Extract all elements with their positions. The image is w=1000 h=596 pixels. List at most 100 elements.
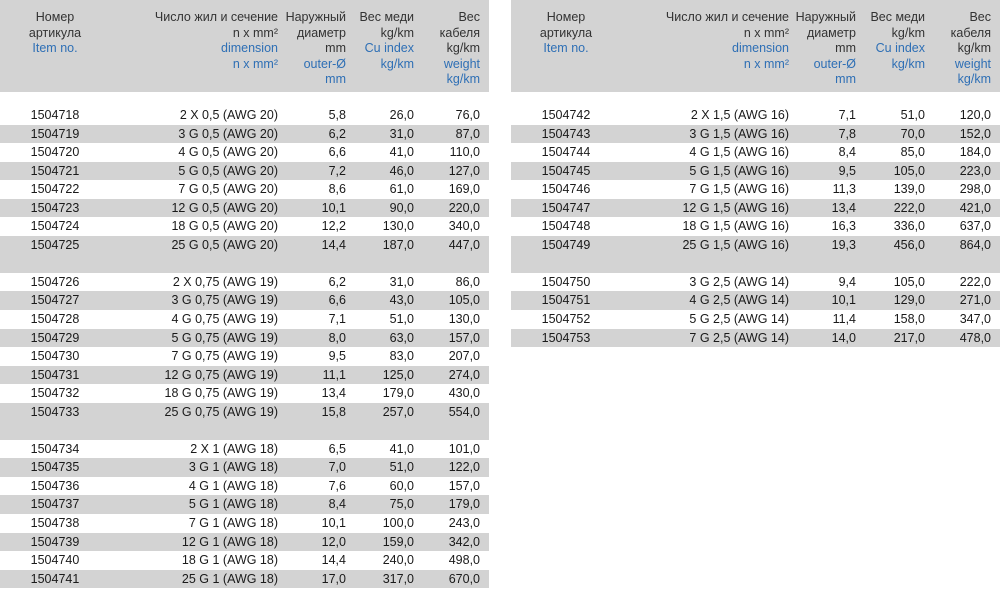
header-cu-index: Вес меди kg/km Cu index kg/km xyxy=(359,10,414,72)
cell-item-number: 1504747 xyxy=(541,200,591,215)
cell-cu-index: 158,0 xyxy=(893,312,925,327)
header-dimension: Число жил и сечение n x mm² dimension n … xyxy=(155,10,278,72)
table-row: 1504734 2 X 1 (AWG 18) 6,5 41,0 101,0 xyxy=(0,440,489,459)
cell-item-number: 1504718 xyxy=(30,108,80,122)
cell-item-number: 1504730 xyxy=(30,349,80,364)
table-body: 1504718 2 X 0,5 (AWG 20) 5,8 26,0 76,0 150471… xyxy=(0,106,489,589)
cell-weight: 274,0 xyxy=(448,367,480,382)
cell-outer-diameter: 16,3 xyxy=(831,219,856,234)
cell-weight: 127,0 xyxy=(448,163,480,178)
cell-dimension: 25 G 1 (AWG 18) xyxy=(181,571,278,586)
cell-weight: 122,0 xyxy=(448,460,480,475)
cell-dimension: 2 X 1 (AWG 18) xyxy=(190,441,278,456)
cell-item-number: 1504750 xyxy=(541,274,591,289)
cell-weight: 87,0 xyxy=(455,126,480,141)
cell-item-number: 1504740 xyxy=(30,553,80,568)
cell-weight: 430,0 xyxy=(448,386,480,401)
cell-weight: 120,0 xyxy=(959,108,991,122)
cell-outer-diameter: 11,3 xyxy=(832,182,856,197)
cell-cu-index: 90,0 xyxy=(389,200,414,215)
cell-outer-diameter: 10,1 xyxy=(831,293,856,308)
cell-item-number: 1504735 xyxy=(30,460,80,475)
cell-outer-diameter: 6,2 xyxy=(328,274,346,289)
table-body: 1504742 2 X 1,5 (AWG 16) 7,1 51,0 120,0 15047… xyxy=(511,106,1000,348)
table-row: 1504744 4 G 1,5 (AWG 16) 8,4 85,0 184,0 xyxy=(511,143,1000,162)
cell-dimension: 12 G 1,5 (AWG 16) xyxy=(682,200,789,215)
cell-outer-diameter: 11,4 xyxy=(832,312,856,327)
cell-item-number: 1504722 xyxy=(30,182,80,197)
cell-item-number: 1504748 xyxy=(541,219,591,234)
cell-dimension: 3 G 0,75 (AWG 19) xyxy=(171,293,278,308)
cell-cu-index: 75,0 xyxy=(389,497,414,512)
cell-item-number: 1504727 xyxy=(30,293,80,308)
cell-weight: 670,0 xyxy=(448,571,480,586)
table-row: 1504722 7 G 0,5 (AWG 20) 8,6 61,0 169,0 xyxy=(0,180,489,199)
cell-cu-index: 43,0 xyxy=(389,293,414,308)
cell-cu-index: 83,0 xyxy=(389,349,414,364)
cell-item-number: 1504724 xyxy=(30,219,80,234)
table-row: 1504745 5 G 1,5 (AWG 16) 9,5 105,0 223,0 xyxy=(511,161,1000,181)
cell-weight: 554,0 xyxy=(448,404,480,419)
cell-dimension: 12 G 1 (AWG 18) xyxy=(181,534,278,549)
cell-dimension: 7 G 0,75 (AWG 19) xyxy=(171,349,278,364)
cell-dimension: 12 G 0,5 (AWG 20) xyxy=(171,200,278,215)
cell-dimension: 3 G 2,5 (AWG 14) xyxy=(689,274,789,289)
cell-cu-index: 51,0 xyxy=(900,108,925,122)
header-dimension-ru: Число жил и сечение n x mm² xyxy=(154,10,278,40)
table-header: Номер артикула Item no. Число жил и сече… xyxy=(0,0,489,92)
table-row: 1504751 4 G 2,5 (AWG 14) 10,1 129,0 271,0 xyxy=(511,291,1000,311)
cell-dimension: 5 G 1 (AWG 18) xyxy=(188,497,278,512)
cell-item-number: 1504719 xyxy=(30,126,80,141)
table-row: 1504724 18 G 0,5 (AWG 20) 12,2 130,0 340,0 xyxy=(0,217,489,236)
cell-item-number: 1504734 xyxy=(30,441,80,456)
header-item-no-ru: Номер артикула xyxy=(539,10,593,40)
header-weight-en: weight kg/km xyxy=(954,56,991,87)
cell-weight: 169,0 xyxy=(448,182,480,197)
cell-weight: 220,0 xyxy=(448,200,480,215)
cell-outer-diameter: 14,4 xyxy=(321,553,346,568)
header-weight: Вес кабеля kg/km weight kg/km xyxy=(951,10,991,88)
cell-weight: 223,0 xyxy=(959,163,991,178)
header-outer-diameter-ru: Наружный диаметр mm xyxy=(795,10,856,55)
cell-cu-index: 456,0 xyxy=(893,237,925,252)
cell-weight: 184,0 xyxy=(959,145,991,160)
header-item-no-ru: Номер артикула xyxy=(28,10,82,40)
cell-weight: 130,0 xyxy=(448,312,480,327)
cell-item-number: 1504744 xyxy=(541,145,591,160)
cell-weight: 110,0 xyxy=(449,145,480,160)
table-row: 1504728 4 G 0,75 (AWG 19) 7,1 51,0 130,0 xyxy=(0,310,489,329)
cell-weight: 421,0 xyxy=(959,200,991,215)
table-row: 1504739 12 G 1 (AWG 18) 12,0 159,0 342,0 xyxy=(0,532,489,552)
cell-weight: 340,0 xyxy=(448,219,480,234)
cell-item-number: 1504738 xyxy=(30,516,80,531)
cell-outer-diameter: 8,4 xyxy=(838,145,856,160)
cell-dimension: 25 G 0,5 (AWG 20) xyxy=(171,237,278,252)
cell-dimension: 2 X 0,5 (AWG 20) xyxy=(179,108,278,122)
cell-weight: 76,0 xyxy=(455,108,480,122)
cell-dimension: 7 G 1,5 (AWG 16) xyxy=(689,182,789,197)
cell-item-number: 1504729 xyxy=(30,330,80,345)
cell-outer-diameter: 6,5 xyxy=(328,441,346,456)
cell-dimension: 2 X 0,75 (AWG 19) xyxy=(172,274,278,289)
cell-weight: 222,0 xyxy=(959,274,991,289)
cell-weight: 179,0 xyxy=(448,497,480,512)
cell-item-number: 1504731 xyxy=(30,367,80,382)
cell-dimension: 12 G 0,75 (AWG 19) xyxy=(164,367,278,382)
cell-item-number: 1504739 xyxy=(30,534,80,549)
cell-cu-index: 105,0 xyxy=(893,274,925,289)
cell-item-number: 1504723 xyxy=(30,200,80,215)
cable-table-right: Номер артикула Item no. Число жил и сече… xyxy=(511,0,1000,348)
table-row: 1504736 4 G 1 (AWG 18) 7,6 60,0 157,0 xyxy=(0,477,489,496)
header-dimension-ru: Число жил и сечение n x mm² xyxy=(665,10,789,40)
cell-outer-diameter: 12,0 xyxy=(321,534,346,549)
cell-cu-index: 63,0 xyxy=(389,330,414,345)
cell-dimension: 18 G 1 (AWG 18) xyxy=(181,553,278,568)
table-row: 1504732 18 G 0,75 (AWG 19) 13,4 179,0 430,0 xyxy=(0,384,489,403)
cell-item-number: 1504746 xyxy=(541,182,591,197)
cell-cu-index: 187,0 xyxy=(382,237,414,252)
cell-cu-index: 222,0 xyxy=(893,200,925,215)
cell-outer-diameter: 8,6 xyxy=(328,182,346,197)
table-row: 1504742 2 X 1,5 (AWG 16) 7,1 51,0 120,0 xyxy=(511,106,1000,125)
header-cu-index-ru: Вес меди kg/km xyxy=(359,10,414,40)
table-row: 1504720 4 G 0,5 (AWG 20) 6,6 41,0 110,0 xyxy=(0,143,489,162)
